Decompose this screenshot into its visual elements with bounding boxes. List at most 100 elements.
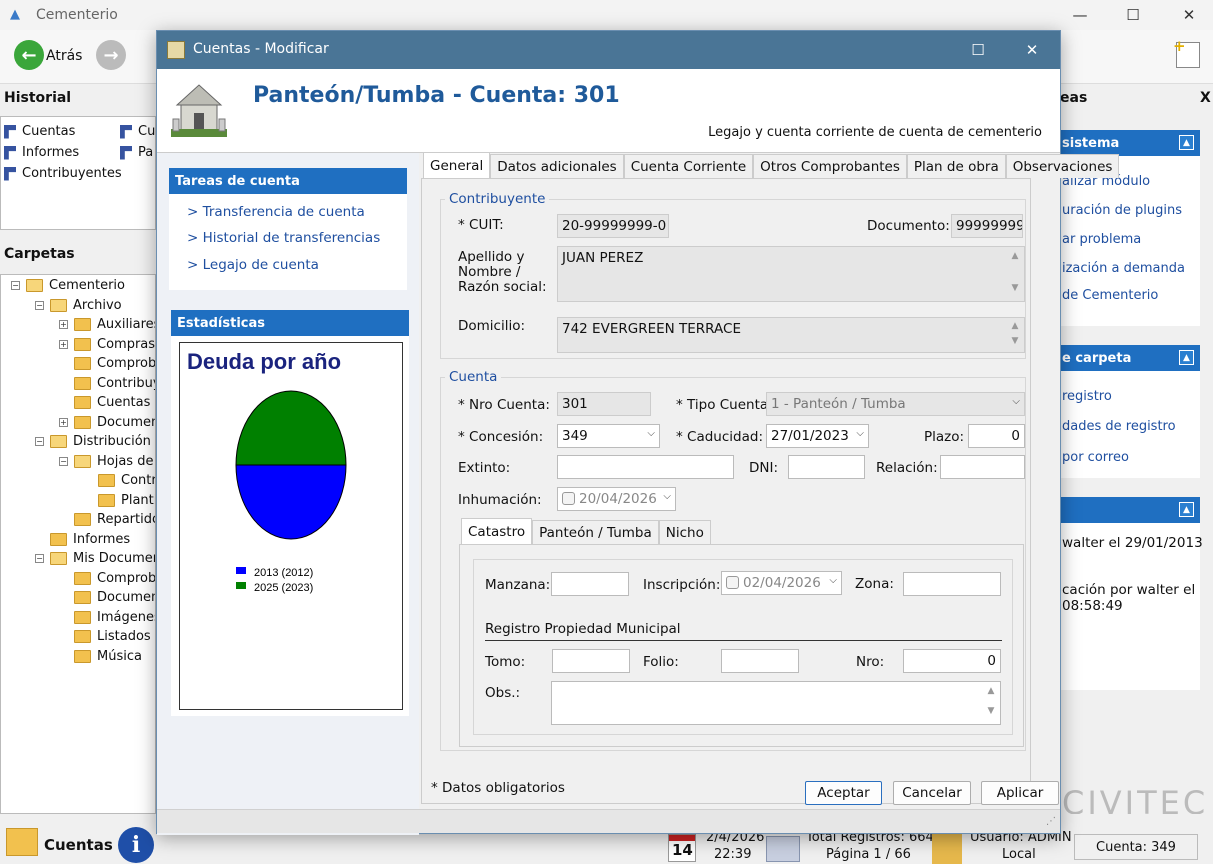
tree-item[interactable]: − Hojas de (59, 454, 153, 469)
apellido-field[interactable]: JUAN PEREZ ▲ ▼ (557, 246, 1025, 302)
historial-item[interactable]: Pa (120, 145, 153, 160)
dialog-close-icon[interactable]: ✕ (1017, 39, 1047, 61)
tab-cuenta-corriente[interactable]: Cuenta Corriente (623, 154, 754, 178)
aceptar-button[interactable]: Aceptar (805, 781, 882, 805)
carpeta-link[interactable]: por correo (1062, 450, 1129, 465)
inscripcion-date[interactable]: 02/04/2026 ⌵ (721, 571, 842, 595)
collapse-icon[interactable]: − (59, 456, 68, 466)
tab-datos-adicionales[interactable]: Datos adicionales (490, 154, 624, 178)
tree-item[interactable]: Cuentas (74, 395, 150, 410)
inhumacion-date[interactable]: 20/04/2026 ⌵ (557, 487, 676, 511)
back-label[interactable]: Atrás (46, 48, 82, 64)
collapse-icon[interactable]: − (35, 437, 44, 446)
sistema-link[interactable]: de Cementerio (1062, 288, 1158, 303)
tree-item[interactable]: Contr (98, 473, 155, 488)
close-icon[interactable]: ✕ (1174, 4, 1204, 26)
collapse-icon[interactable]: − (11, 281, 20, 290)
tree-item[interactable]: − Mis Documen (35, 551, 155, 566)
historial-item[interactable]: Informes (4, 145, 79, 160)
scroll-down-icon[interactable]: ▼ (1008, 336, 1022, 346)
resize-grip-icon[interactable]: ⋰ (1046, 816, 1056, 827)
sistema-header[interactable]: sistema ▲ (1060, 130, 1200, 156)
inscripcion-checkbox[interactable] (726, 576, 739, 589)
historial-item[interactable]: Cuentas (4, 124, 75, 139)
tree-item[interactable]: Contribuy (74, 376, 155, 391)
link-historial-transferencias[interactable]: > Historial de transferencias (187, 230, 380, 246)
documento-field[interactable]: 99999999 (951, 214, 1023, 238)
cuit-field[interactable]: 20-99999999-0 (557, 214, 669, 238)
tree-item[interactable]: Repartido (74, 512, 155, 527)
subtab-nicho[interactable]: Nicho (658, 520, 711, 544)
collapse-icon[interactable]: − (35, 554, 44, 563)
tipo-cuenta-select[interactable]: 1 - Panteón / Tumba ⌵ (766, 392, 1025, 416)
link-transferencia[interactable]: > Transferencia de cuenta (187, 204, 365, 220)
tomo-field[interactable] (552, 649, 630, 673)
tree-item[interactable]: − Distribución (35, 434, 151, 449)
subtab-panteon-tumba[interactable]: Panteón / Tumba (532, 520, 659, 544)
back-arrow-icon[interactable]: ← (14, 40, 44, 70)
tree-item[interactable]: + Documen (59, 415, 155, 430)
extinto-field[interactable] (557, 455, 734, 479)
dni-field[interactable] (788, 455, 865, 479)
sistema-link[interactable]: uración de plugins (1062, 203, 1182, 218)
tab-plan-de-obra[interactable]: Plan de obra (906, 154, 1006, 178)
collapse-icon[interactable]: ▲ (1179, 350, 1194, 365)
dialog-maximize-icon[interactable]: ☐ (963, 39, 993, 61)
domicilio-field[interactable]: 742 EVERGREEN TERRACE ▲ ▼ (557, 317, 1025, 353)
nro-field[interactable]: 0 (903, 649, 1001, 673)
tree-item[interactable]: − Archivo (35, 298, 122, 313)
carpeta-header[interactable]: e carpeta ▲ (1060, 345, 1200, 371)
tree-item[interactable]: − Cementerio (11, 278, 125, 293)
obs-field[interactable]: ▲ ▼ (551, 681, 1001, 725)
folio-field[interactable] (721, 649, 799, 673)
tree-item[interactable]: Comproba (74, 356, 155, 371)
zona-field[interactable] (903, 572, 1001, 596)
sistema-link[interactable]: ar problema (1062, 232, 1141, 247)
scroll-down-icon[interactable]: ▼ (1008, 283, 1022, 293)
expand-icon[interactable]: + (59, 339, 68, 349)
scroll-down-icon[interactable]: ▼ (984, 706, 998, 716)
minimize-icon[interactable]: — (1065, 4, 1095, 26)
cancelar-button[interactable]: Cancelar (893, 781, 971, 805)
tab-general[interactable]: General (423, 152, 491, 178)
manzana-field[interactable] (551, 572, 629, 596)
activity-header[interactable]: ▲ (1060, 497, 1200, 523)
nro-cuenta-field[interactable]: 301 (557, 392, 651, 416)
aplicar-button[interactable]: Aplicar (981, 781, 1059, 805)
scroll-up-icon[interactable]: ▲ (984, 686, 998, 696)
subtab-catastro[interactable]: Catastro (461, 518, 533, 544)
expand-icon[interactable]: + (59, 320, 68, 329)
right-panel-close-icon[interactable]: X (1200, 90, 1211, 106)
link-legajo[interactable]: > Legajo de cuenta (187, 257, 319, 273)
tree-item[interactable]: Comproba (74, 571, 155, 586)
carpeta-link[interactable]: dades de registro (1062, 419, 1176, 434)
plazo-field[interactable]: 0 (968, 424, 1025, 448)
relacion-field[interactable] (940, 455, 1025, 479)
maximize-icon[interactable]: ☐ (1118, 4, 1148, 26)
tree-item[interactable]: Informes (50, 532, 130, 547)
forward-arrow-icon[interactable]: → (96, 40, 126, 70)
carpeta-link[interactable]: registro (1062, 389, 1112, 404)
scroll-up-icon[interactable]: ▲ (1008, 321, 1022, 331)
tab-otros-comprobantes[interactable]: Otros Comprobantes (753, 154, 907, 178)
sistema-link[interactable]: ización a demanda (1062, 261, 1185, 276)
inhumacion-checkbox[interactable] (562, 492, 575, 505)
collapse-icon[interactable]: ▲ (1179, 502, 1194, 517)
collapse-icon[interactable]: ▲ (1179, 135, 1194, 150)
info-icon[interactable]: i (118, 827, 154, 863)
historial-item[interactable]: Cu (120, 124, 155, 139)
concesion-select[interactable]: 349 ⌵ (557, 424, 660, 448)
tree-item[interactable]: Imágenes (74, 610, 155, 625)
expand-icon[interactable]: + (59, 417, 68, 427)
tree-item[interactable]: + Auxiliares (59, 317, 155, 332)
collapse-icon[interactable]: − (35, 300, 44, 310)
tree-item[interactable]: Música (74, 649, 142, 664)
scroll-up-icon[interactable]: ▲ (1008, 251, 1022, 261)
tree-item[interactable]: Documen (74, 590, 155, 605)
new-document-icon[interactable]: + (1173, 37, 1200, 68)
tab-observaciones[interactable]: Observaciones (1005, 154, 1120, 178)
historial-item[interactable]: Contribuyentes (4, 166, 122, 181)
tree-item[interactable]: Planti (98, 493, 155, 508)
tree-item[interactable]: Listados e (74, 629, 155, 644)
tree-item[interactable]: + Compras (59, 337, 155, 352)
